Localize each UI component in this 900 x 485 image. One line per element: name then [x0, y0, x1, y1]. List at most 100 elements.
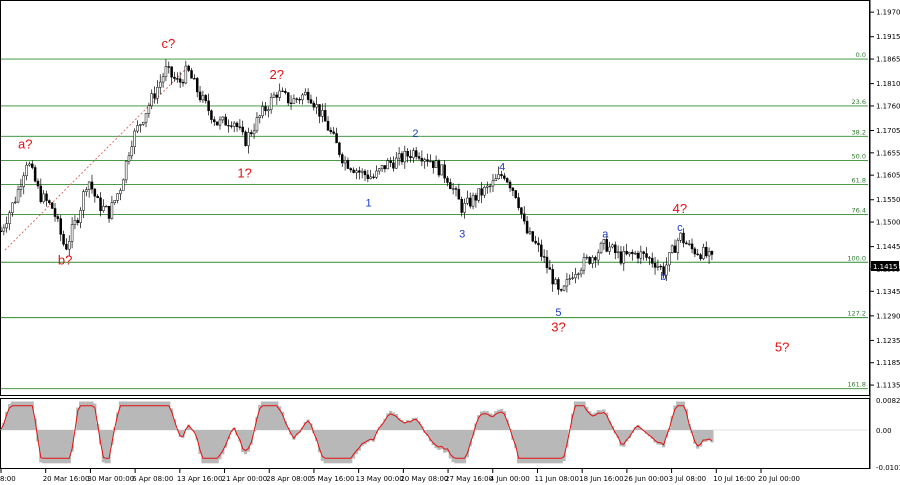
time-tick-label: 20 May 08:00	[400, 475, 448, 483]
candle-body	[540, 244, 543, 257]
candle-body	[267, 109, 270, 112]
candle-body	[650, 257, 654, 264]
candle-body	[207, 100, 210, 112]
candle-body	[181, 81, 185, 84]
candle-body	[107, 205, 111, 219]
candle-body	[363, 170, 367, 176]
candle-body	[36, 180, 40, 187]
candle-body	[0, 230, 3, 233]
price-tick-label: 1.1605	[876, 172, 900, 180]
candle-body	[102, 205, 105, 212]
candle-body	[616, 251, 620, 254]
candle-body	[122, 179, 125, 191]
wave-label: 2?	[269, 67, 283, 82]
fib-level-label: 50.0	[852, 152, 866, 160]
candle-body	[477, 188, 481, 201]
candle-body	[187, 65, 190, 71]
price-tick-label: 1.1445	[876, 243, 900, 251]
candle-body	[306, 91, 310, 100]
candle-body	[156, 87, 159, 99]
candle-body	[161, 76, 165, 83]
candle-body	[619, 251, 623, 264]
candle-body	[437, 160, 441, 176]
candle-body	[636, 252, 640, 259]
candle-body	[244, 131, 247, 146]
candle-body	[525, 220, 529, 234]
candle-body	[585, 256, 589, 259]
candle-body	[59, 218, 62, 235]
candle-body	[648, 257, 651, 259]
candle-body	[323, 110, 327, 122]
candle-body	[82, 191, 85, 211]
chart: 0.0 23.6 38.2 50.0 61.8 76.4 100.0 127.2 161.8 0…	[0, 0, 900, 483]
wave-label: 4?	[673, 201, 687, 216]
candle-body	[514, 190, 517, 198]
time-tick-label: 13 Apr 16:00	[177, 475, 223, 483]
candle-body	[204, 95, 208, 102]
fib-level-label: 127.2	[847, 310, 866, 318]
candle-body	[190, 70, 193, 79]
candle-body	[153, 93, 156, 99]
candle-body	[486, 185, 489, 188]
candle-body	[116, 193, 119, 201]
price-tick-label: 1.1290	[876, 312, 900, 320]
candle-body	[551, 269, 554, 285]
candle-body	[247, 132, 250, 146]
wave-label: 5?	[775, 340, 789, 355]
time-tick-label: 20 Jul 00:00	[758, 475, 800, 483]
candle-body	[548, 267, 552, 270]
candle-body	[494, 178, 498, 182]
candle-body	[417, 156, 421, 159]
wave-label: 3	[459, 229, 465, 241]
time-tick-label: 21 Apr 00:00	[222, 475, 268, 483]
candle-body	[224, 116, 227, 126]
current-price-tag-text: 1.1415	[873, 263, 898, 271]
candle-body	[104, 205, 108, 208]
price-tick-label: 1.1970	[876, 9, 900, 17]
candle-body	[127, 155, 131, 162]
candle-body	[124, 160, 128, 181]
candle-body	[423, 159, 426, 162]
candle-body	[241, 126, 244, 133]
candle-body	[335, 133, 338, 144]
candle-body	[346, 160, 350, 169]
candle-body	[289, 102, 293, 105]
candle-body	[414, 150, 418, 157]
candle-body	[238, 126, 242, 128]
candle-body	[468, 197, 472, 207]
candle-body	[682, 232, 685, 244]
candle-body	[480, 188, 483, 196]
candle-body	[13, 201, 17, 204]
candle-body	[358, 170, 361, 173]
time-tick-label: 3 Jul 08:00	[669, 475, 707, 483]
candle-body	[309, 99, 313, 104]
candle-body	[53, 208, 57, 217]
candle-body	[25, 164, 28, 177]
candle-body	[136, 125, 139, 132]
candle-body	[386, 160, 390, 170]
candle-body	[696, 253, 699, 256]
candle-body	[269, 96, 273, 110]
candle-body	[215, 121, 219, 126]
price-tick-label: 1.1705	[876, 127, 900, 135]
candle-body	[554, 279, 557, 285]
candle-body	[542, 256, 546, 258]
candle-body	[16, 189, 20, 203]
candle-body	[28, 163, 31, 166]
candle-body	[599, 243, 603, 254]
wave-label: a?	[18, 136, 32, 151]
candle-body	[110, 202, 114, 219]
candle-body	[312, 102, 316, 108]
wave-label: 1	[366, 197, 372, 209]
candle-body	[460, 198, 463, 213]
oscillator-tick-label: 0.00822	[876, 397, 900, 405]
candle-body	[326, 120, 330, 131]
candle-body	[218, 119, 222, 126]
candle-body	[96, 195, 99, 199]
candle-body	[471, 195, 475, 207]
candle-body	[517, 197, 520, 208]
current-price-tag: 1.1415	[871, 261, 899, 271]
candle-body	[8, 212, 11, 224]
candle-body	[360, 170, 364, 173]
time-tick-label: 30 Mar 00:00	[87, 475, 134, 483]
